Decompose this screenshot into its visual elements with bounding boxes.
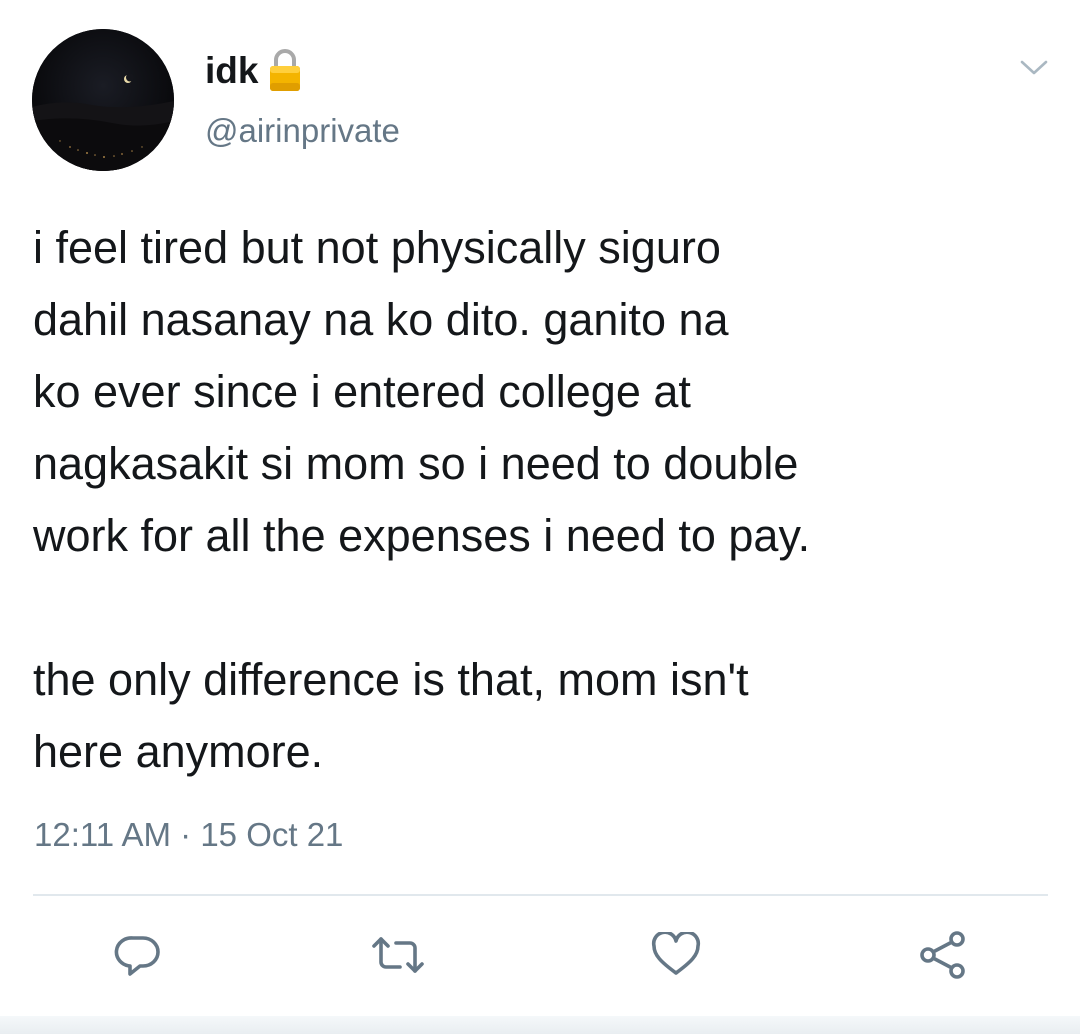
- tweet-time: 12:11 AM: [34, 816, 171, 853]
- tweet-text: i feel tired but not physically siguro d…: [33, 212, 1043, 788]
- author-handle[interactable]: @airinprivate: [205, 114, 400, 147]
- retweet-icon: [372, 937, 424, 973]
- tweet-text-line: work for all the expenses i need to pay.: [33, 510, 811, 561]
- reply-icon: [114, 936, 160, 976]
- avatar-image: [32, 29, 174, 171]
- tweet-menu-button[interactable]: [1012, 52, 1056, 84]
- tweet-text-line: nagkasakit si mom so i need to double: [33, 438, 799, 489]
- tweet-text-line: ko ever since i entered college at: [33, 366, 691, 417]
- avatar[interactable]: [32, 29, 174, 171]
- bottom-edge: [0, 1016, 1080, 1034]
- tweet-text-line: dahil nasanay na ko dito. ganito na: [33, 294, 729, 345]
- tweet-text-line: the only difference is that, mom isn't: [33, 654, 749, 705]
- timestamp-separator: ·: [180, 816, 192, 853]
- share-icon: [920, 931, 965, 979]
- lock-icon: [268, 47, 302, 93]
- retweet-button[interactable]: [370, 930, 426, 980]
- like-icon: [651, 932, 701, 975]
- tweet-timestamp[interactable]: 12:11 AM · 15 Oct 21: [34, 818, 343, 851]
- reply-button[interactable]: [110, 930, 166, 980]
- display-name[interactable]: idk: [205, 52, 258, 89]
- author-name-row: idk: [205, 44, 302, 96]
- tweet-text-line: i feel tired but not physically siguro: [33, 222, 721, 273]
- share-button[interactable]: [916, 930, 972, 980]
- tweet-text-line: here anymore.: [33, 726, 324, 777]
- like-button[interactable]: [648, 930, 704, 980]
- chevron-down-icon: [1020, 60, 1048, 75]
- tweet-date: 15 Oct 21: [200, 816, 344, 853]
- divider: [33, 894, 1048, 896]
